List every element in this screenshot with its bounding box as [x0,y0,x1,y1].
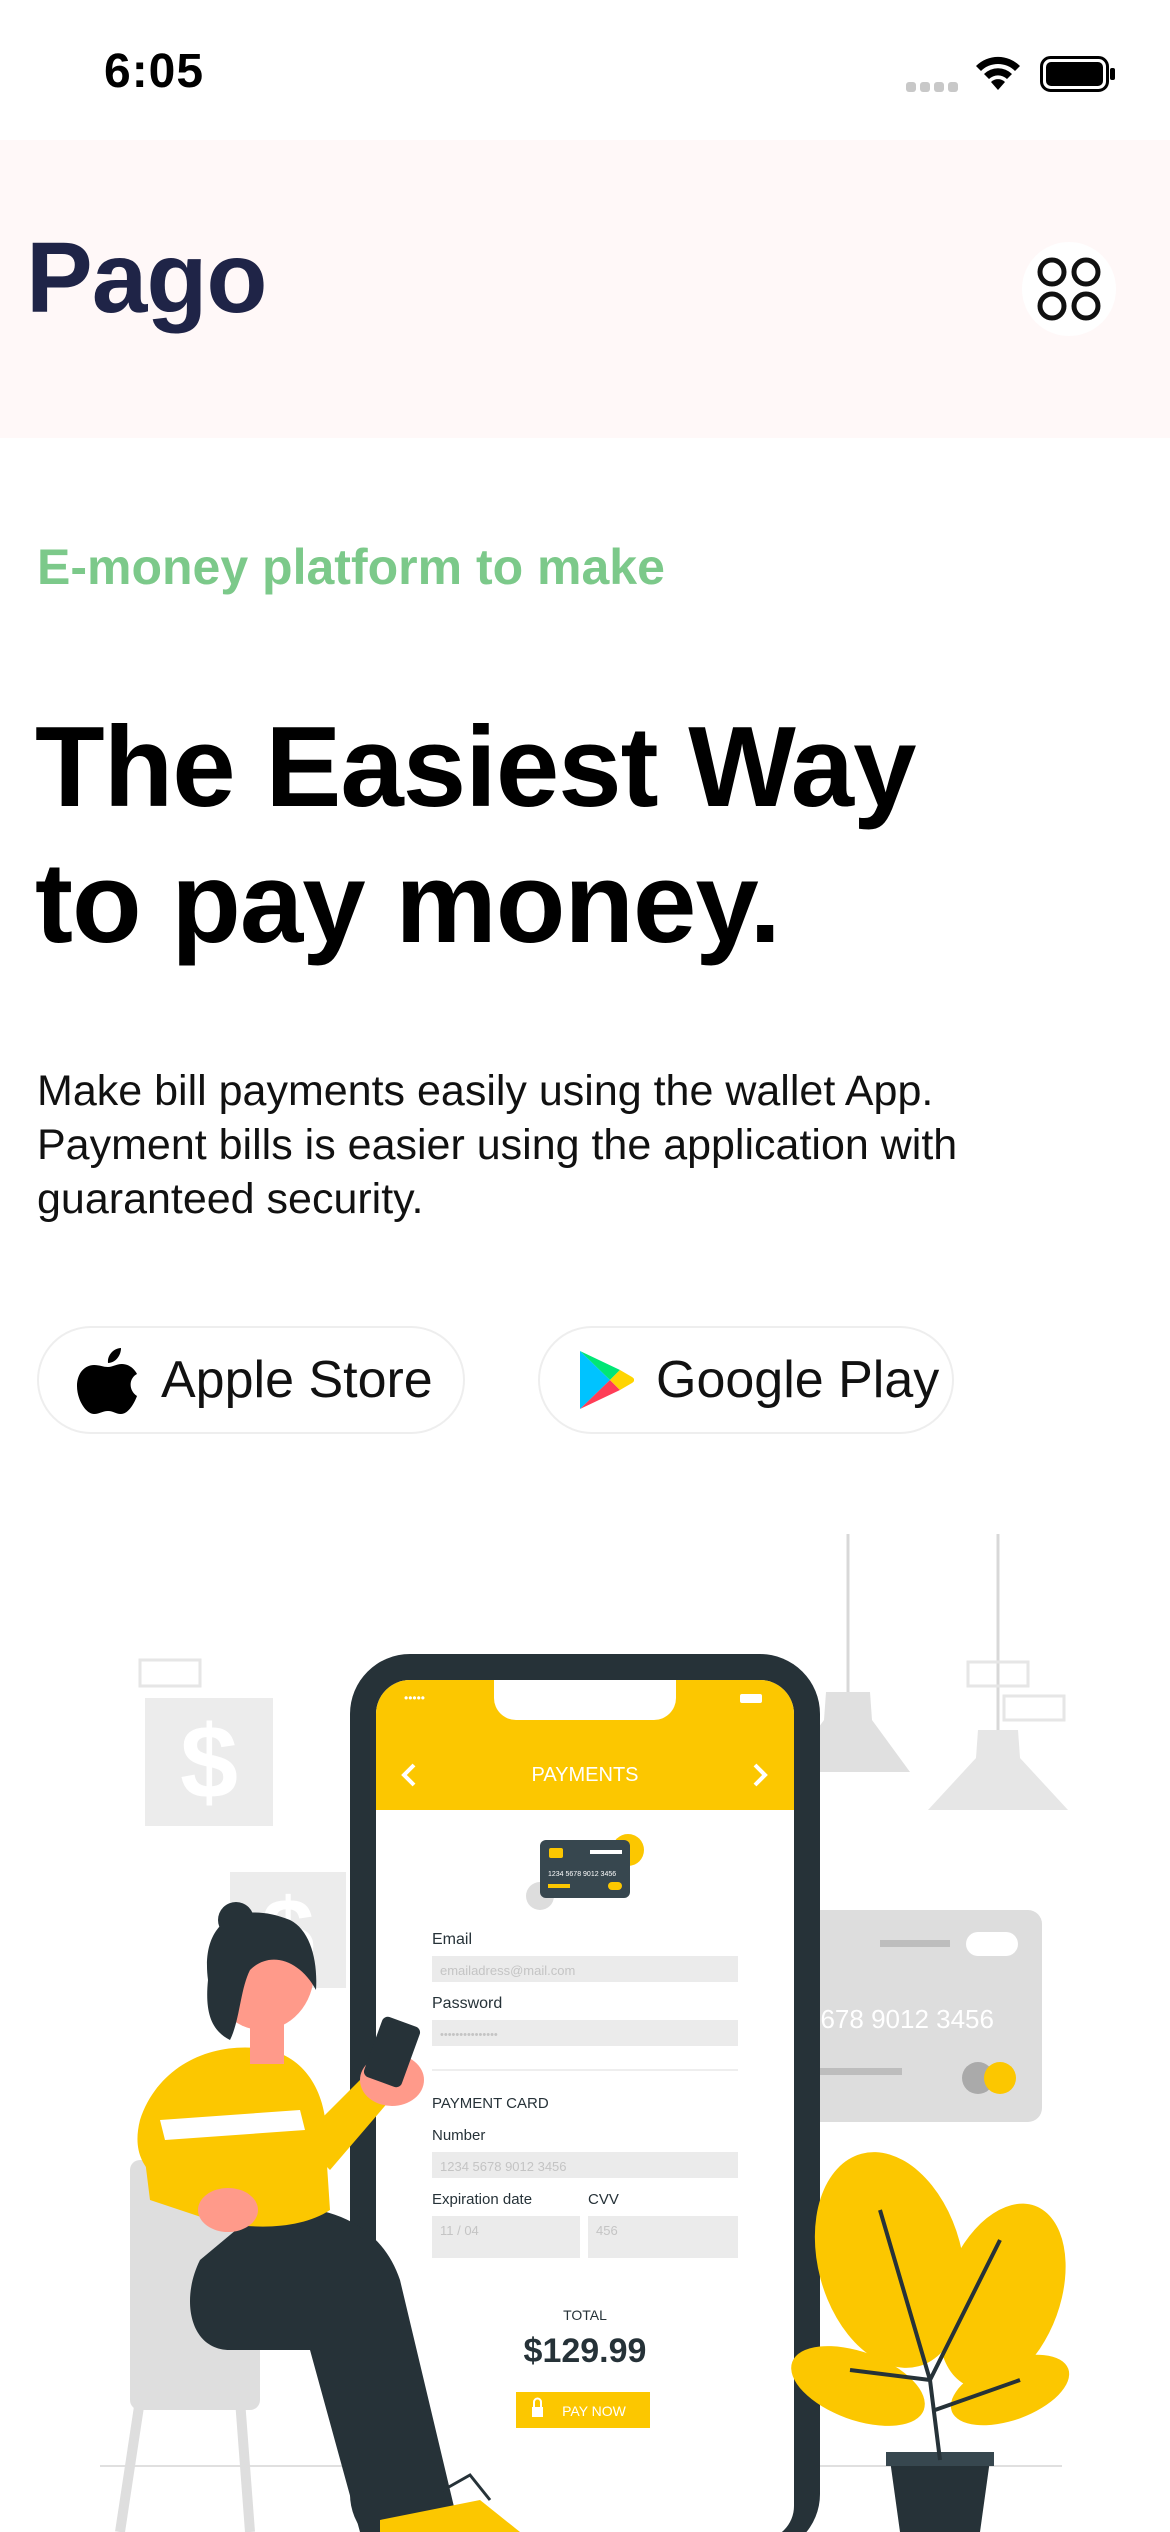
hero-title-line: The Easiest Way [35,704,916,831]
email-placeholder: emailadress@mail.com [440,1963,575,1978]
hero-description: Make bill payments easily using the wall… [37,1064,1127,1226]
wifi-icon [976,56,1020,90]
payment-illustration: $ $ 5678 9012 3456 ••••• PAYMENTS [100,1534,1070,2532]
expiration-label: Expiration date [432,2191,532,2208]
description-line: Payment bills is easier using the applic… [37,1121,958,1169]
google-play-button[interactable]: Google Play [538,1326,954,1434]
description-line: guaranteed security. [37,1175,424,1223]
password-placeholder: ••••••••••••••• [440,2029,498,2041]
battery-icon [1040,56,1115,92]
email-label: Email [432,1931,472,1948]
plant-decor [791,2152,1070,2532]
hero-title-line: to pay money. [35,840,781,967]
total-label: TOTAL [563,2307,607,2323]
number-placeholder: 1234 5678 9012 3456 [440,2159,567,2174]
apple-store-label: Apple Store [161,1351,433,1409]
apple-store-button[interactable]: Apple Store [37,1326,465,1434]
status-time: 6:05 [104,45,205,98]
google-play-icon [578,1349,634,1411]
expiration-placeholder: 11 / 04 [440,2223,479,2238]
description-line: Make bill payments easily using the wall… [37,1067,934,1115]
hero-title: The Easiest Way to pay money. [35,700,1135,972]
apple-icon [77,1344,139,1416]
card-number-text: 5678 9012 3456 [806,2004,994,2034]
hero-tagline: E-money platform to make [37,539,665,595]
signal-icon [906,82,958,92]
pay-now-button: PAY NOW [562,2403,627,2419]
status-bar: 6:05 [0,0,1170,140]
cvv-label: CVV [588,2191,619,2208]
dollar-sign: $ [180,1705,238,1821]
screen-title: PAYMENTS [531,1764,638,1786]
svg-text:•••••: ••••• [404,1691,425,1705]
number-label: Number [432,2127,485,2144]
app-logo[interactable]: Pago [26,228,267,328]
google-play-label: Google Play [656,1351,940,1409]
card-section-label: PAYMENT CARD [432,2095,549,2112]
mini-card-number: 1234 5678 9012 3456 [548,1871,616,1878]
app-header: Pago [0,140,1170,438]
grid-icon [1037,257,1101,321]
menu-button[interactable] [1022,242,1116,336]
cvv-placeholder: 456 [596,2223,618,2238]
total-value: $129.99 [524,2332,647,2370]
password-label: Password [432,1995,502,2012]
